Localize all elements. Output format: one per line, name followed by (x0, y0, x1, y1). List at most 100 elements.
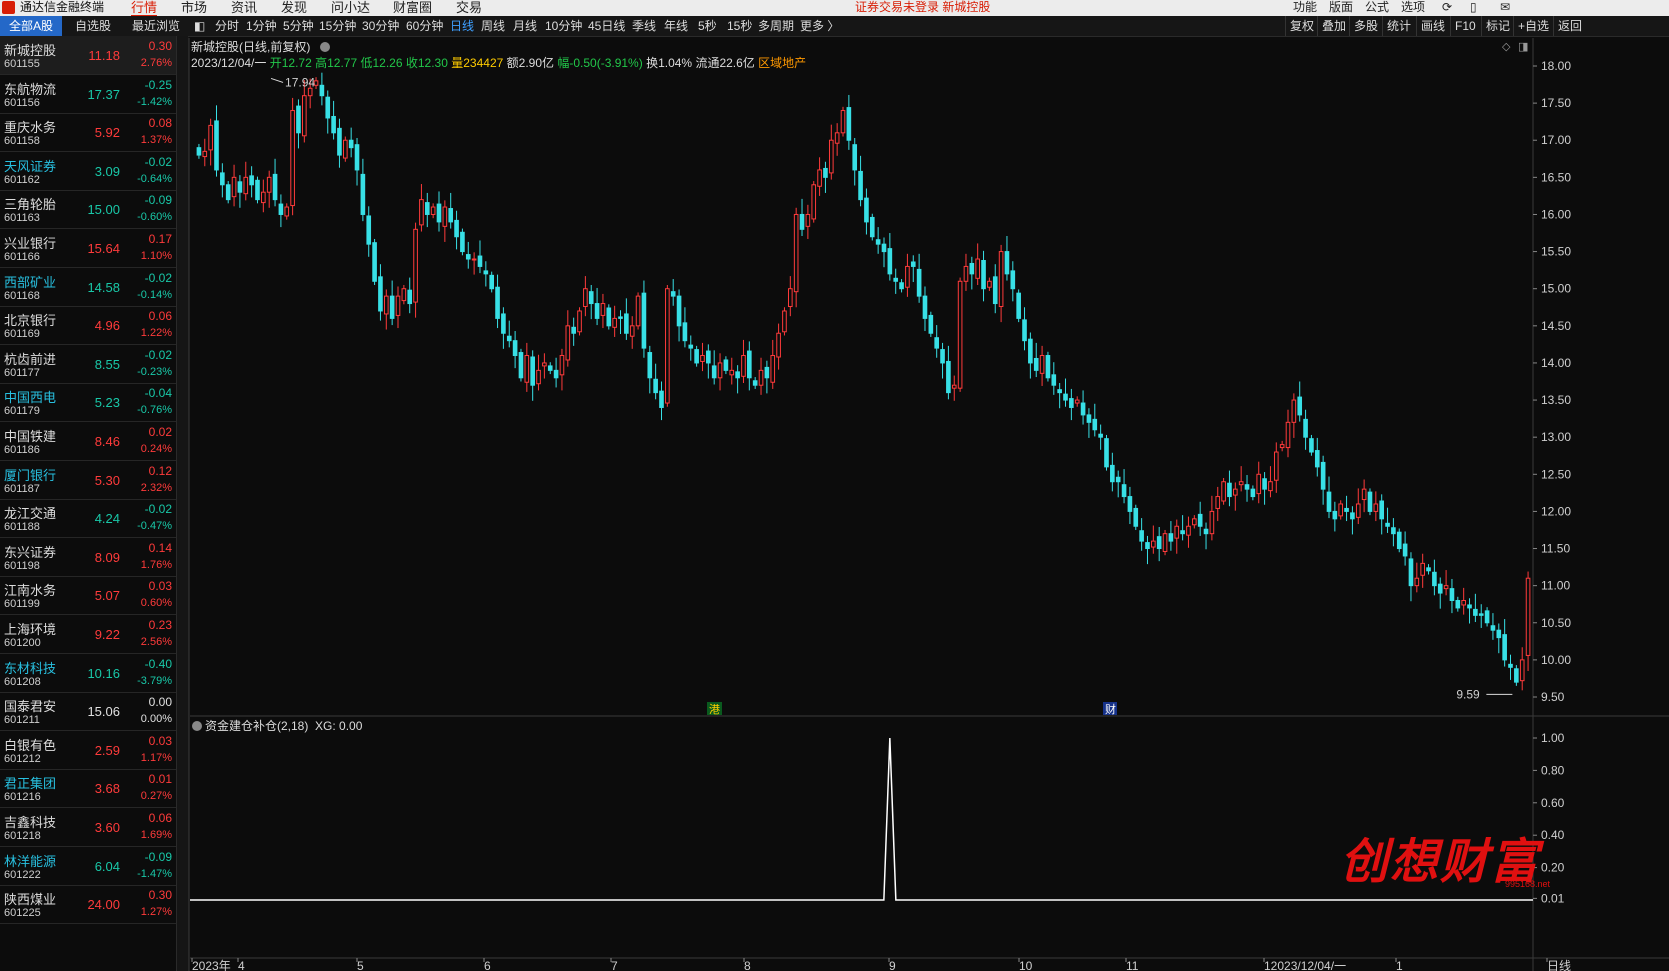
candle-body (641, 292, 647, 349)
candle-body (325, 96, 331, 119)
candle-body (834, 132, 840, 144)
candle-body (1074, 399, 1080, 404)
candle-body (1338, 503, 1344, 517)
indicator-settings-icon[interactable] (192, 721, 202, 731)
candle-body (1092, 418, 1098, 431)
candle-body (1303, 418, 1308, 438)
candle-body (342, 139, 348, 159)
candle-body (1069, 398, 1074, 408)
date-tick-label: 9 (889, 959, 896, 971)
diamond-icon[interactable]: ◇ (1502, 41, 1511, 53)
candle-body (1525, 577, 1531, 656)
candle-body (1104, 438, 1109, 468)
candle-body (823, 167, 828, 178)
candle-body (1145, 542, 1150, 550)
candle-body (588, 291, 594, 305)
candle-body (1063, 393, 1068, 401)
candle-body (899, 282, 904, 290)
candle-body (1086, 414, 1092, 423)
candle-body (214, 120, 219, 171)
candle-body (1133, 507, 1139, 527)
indicator-name[interactable]: 资金建仓补仓(2,18) (205, 719, 308, 733)
financial-report-tag-label: 财 (1105, 702, 1116, 716)
price-tick-label: 14.50 (1541, 319, 1571, 333)
candle-body (1051, 374, 1057, 386)
candle-body (1262, 478, 1267, 490)
candle-body (1192, 518, 1197, 526)
candle-body (389, 295, 395, 319)
info-sector[interactable]: 区域地产 (758, 56, 806, 70)
candle-body (1186, 525, 1191, 536)
candle-body (1291, 399, 1297, 423)
candle-body (553, 369, 559, 379)
candle-body (981, 259, 986, 290)
candle-body (1180, 530, 1185, 535)
candle-body (1273, 451, 1279, 481)
candle-body (688, 344, 694, 349)
candle-body (255, 179, 260, 201)
candle-body (1080, 402, 1086, 416)
date-tick-label: 日线 (1547, 959, 1571, 971)
candle-body (331, 115, 336, 134)
candle-body (225, 184, 231, 201)
indicator-tick-label: 0.40 (1541, 828, 1565, 842)
candle-body (676, 295, 682, 327)
candle-body (1285, 421, 1291, 449)
candle-body (559, 355, 565, 376)
candle-body (969, 262, 975, 275)
candle-body (1098, 433, 1103, 438)
watermark-url: 995168.net (1505, 879, 1551, 889)
candle-body (1449, 588, 1455, 601)
date-tick-label: 4 (238, 959, 245, 971)
date-tick-label: 6 (484, 959, 491, 971)
candle-body (869, 216, 875, 238)
candle-body (547, 365, 553, 371)
candle-body (828, 139, 834, 174)
candle-body (401, 288, 407, 302)
candle-body (764, 366, 770, 379)
candle-body (1326, 491, 1332, 512)
candle-body (202, 150, 208, 158)
candle-body (536, 369, 541, 385)
price-tick-label: 16.00 (1541, 207, 1571, 221)
info-volume: 量234427 (451, 56, 504, 70)
candle-body (1496, 629, 1502, 639)
candle-body (951, 384, 957, 389)
candle-body (542, 362, 547, 367)
price-tick-label: 13.50 (1541, 393, 1571, 407)
chart-settings-icon[interactable] (319, 42, 330, 52)
date-tick-label: 1 (1396, 959, 1403, 971)
candle-body (747, 350, 752, 379)
candle-body (776, 332, 781, 358)
candle-body (916, 268, 922, 297)
candle-body (1473, 608, 1478, 616)
indicator-tick-label: 1.00 (1541, 731, 1565, 745)
candle-body (922, 295, 928, 319)
panel-toggle-icon[interactable]: ◨ (1518, 41, 1528, 53)
indicator-tick-label: 0.20 (1541, 861, 1565, 875)
price-tick-label: 12.00 (1541, 504, 1571, 518)
candle-body (1408, 558, 1414, 587)
candle-body (360, 173, 366, 215)
candle-body (354, 144, 360, 171)
candle-body (858, 170, 863, 201)
candle-body (770, 355, 776, 383)
candle-body (758, 369, 764, 386)
candle-body (1227, 482, 1232, 498)
candle-body (395, 295, 401, 316)
candle-body (799, 213, 805, 230)
indicator-line (190, 737, 1533, 901)
candle-body (811, 184, 817, 220)
info-close: 收12.30 (405, 56, 448, 70)
candle-body (1268, 481, 1273, 492)
candle-body (1508, 663, 1513, 668)
candle-body (1016, 292, 1021, 319)
candle-body (659, 390, 664, 408)
candle-body (624, 313, 629, 334)
price-tick-label: 10.50 (1541, 616, 1571, 630)
candle-body (1355, 503, 1361, 518)
candle-body (220, 172, 225, 186)
candle-body (1127, 496, 1133, 512)
candle-body (1215, 496, 1221, 509)
candle-body (682, 322, 688, 342)
